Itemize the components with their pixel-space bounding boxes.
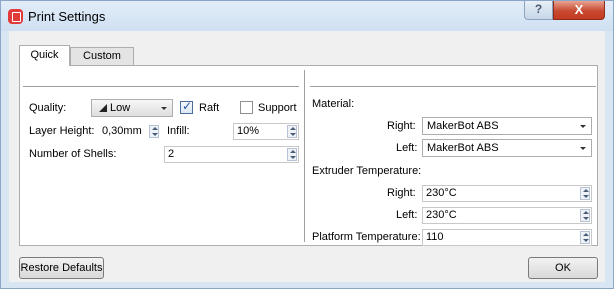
shells-value: 2 [168, 148, 175, 160]
material-left-select[interactable]: MakerBot ABS [422, 139, 592, 157]
chevron-down-icon [161, 107, 167, 110]
support-checkbox[interactable] [240, 101, 253, 114]
chevron-down-icon [580, 125, 586, 128]
dialog-body: Quick Custom Quality: Low Raft Support L… [9, 31, 605, 282]
chevron-down-icon [580, 147, 586, 150]
layer-height-value: 0,30mm [102, 125, 142, 137]
extruder-right-label: Right: [387, 187, 416, 199]
infill-label: Infill: [167, 125, 190, 137]
extruder-left-value: 230°C [426, 209, 457, 221]
shells-spinbox[interactable]: 2 [164, 146, 299, 163]
section-separator [304, 70, 305, 242]
title-bar[interactable]: Print Settings ? X [1, 1, 613, 31]
restore-defaults-button[interactable]: Restore Defaults [19, 257, 104, 279]
quick-settings-panel: Quality: Low Raft Support Layer Height: … [19, 65, 598, 246]
material-left-label: Left: [396, 142, 418, 154]
spin-arrows-icon[interactable] [580, 231, 590, 244]
extruder-temperature-label: Extruder Temperature: [312, 165, 422, 177]
quality-label: Quality: [29, 102, 67, 114]
left-divider [23, 86, 299, 87]
layer-height-label: Layer Height: [29, 125, 95, 137]
help-button[interactable]: ? [524, 1, 553, 20]
extruder-right-spinbox[interactable]: 230°C [422, 185, 592, 202]
raft-checkbox[interactable] [180, 99, 193, 114]
support-label: Support [258, 102, 297, 114]
material-right-value: MakerBot ABS [427, 120, 499, 132]
material-left-value: MakerBot ABS [427, 142, 499, 154]
quality-level-icon [99, 104, 107, 112]
raft-label: Raft [199, 102, 220, 114]
spin-arrows-icon[interactable] [149, 125, 159, 138]
tab-custom[interactable]: Custom [70, 47, 134, 65]
window-title: Print Settings [28, 9, 106, 24]
print-settings-window: Print Settings ? X Quick Custom Quality:… [0, 0, 614, 289]
extruder-left-spinbox[interactable]: 230°C [422, 207, 592, 224]
platform-temperature-spinbox[interactable]: 110 [422, 229, 592, 246]
infill-spinbox[interactable]: 10% [233, 123, 299, 140]
printer-app-icon [8, 9, 23, 24]
close-button[interactable]: X [553, 1, 605, 20]
layer-height-spinbox[interactable]: 0,30mm [98, 123, 161, 140]
material-label: Material: [312, 98, 355, 110]
platform-temperature-value: 110 [426, 231, 444, 243]
spin-arrows-icon[interactable] [580, 187, 590, 200]
spin-arrows-icon[interactable] [287, 125, 297, 138]
material-right-label: Right: [387, 120, 416, 132]
material-right-select[interactable]: MakerBot ABS [422, 117, 592, 135]
platform-temperature-label: Platform Temperature: [312, 231, 421, 243]
ok-button[interactable]: OK [528, 257, 598, 279]
right-divider [310, 86, 596, 87]
extruder-left-label: Left: [396, 209, 418, 221]
extruder-right-value: 230°C [426, 187, 457, 199]
spin-arrows-icon[interactable] [580, 209, 590, 222]
shells-label: Number of Shells: [29, 148, 117, 160]
infill-value: 10% [237, 125, 260, 137]
quality-select[interactable]: Low [91, 99, 173, 117]
spin-arrows-icon[interactable] [287, 148, 297, 161]
quality-value: Low [110, 102, 131, 114]
tab-quick[interactable]: Quick [19, 45, 70, 66]
